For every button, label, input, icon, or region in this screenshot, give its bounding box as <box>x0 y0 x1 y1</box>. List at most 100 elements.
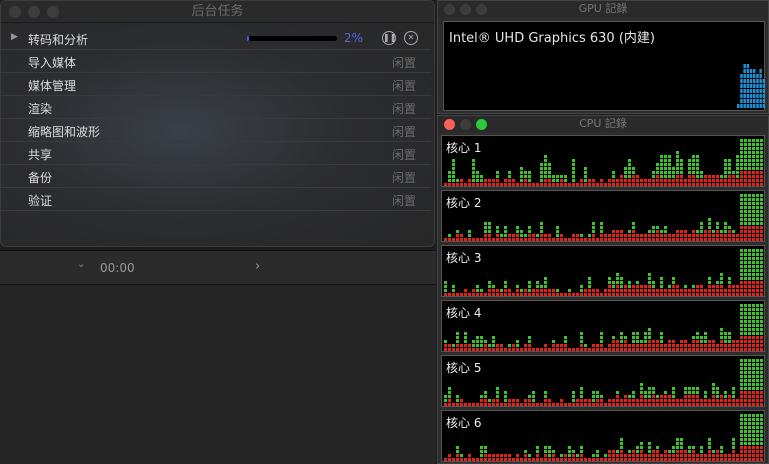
cpu-system-bar <box>700 399 703 402</box>
chevron-right-icon[interactable]: › <box>255 259 260 274</box>
task-row[interactable]: 验证 闲置 <box>1 188 431 211</box>
task-row[interactable]: 媒体管理 闲置 <box>1 73 431 96</box>
close-button[interactable] <box>444 4 455 15</box>
cpu-system-bar <box>720 234 723 237</box>
cpu-system-bar <box>524 399 527 402</box>
cpu-user-bar <box>464 332 467 335</box>
cpu-system-bar <box>636 289 639 292</box>
cpu-system-bar <box>760 175 763 178</box>
cpu-system-bar <box>496 238 499 241</box>
zoom-button[interactable] <box>476 4 487 15</box>
cpu-system-bar <box>488 234 491 237</box>
cpu-user-bar <box>748 222 751 225</box>
cpu-system-bar <box>524 348 527 351</box>
cpu-user-bar <box>752 210 755 213</box>
cpu-user-bar <box>748 202 751 205</box>
cpu-user-bar <box>748 434 751 437</box>
cpu-user-bar <box>484 395 487 398</box>
cpu-user-bar <box>524 175 527 178</box>
disclosure-triangle-icon[interactable]: ▶ <box>11 32 18 42</box>
cpu-user-bar <box>692 387 695 390</box>
cpu-user-bar <box>528 281 531 284</box>
cpu-system-bar <box>692 234 695 237</box>
x-circle-icon[interactable]: ✕ <box>404 31 418 45</box>
cpu-system-bar <box>712 179 715 182</box>
cpu-user-bar <box>748 371 751 374</box>
chevron-down-icon[interactable]: ⌄ <box>77 259 85 270</box>
cpu-user-bar <box>564 179 567 182</box>
cpu-user-bar <box>620 285 623 288</box>
cpu-system-bar <box>448 454 451 457</box>
minimize-button[interactable] <box>460 119 471 130</box>
cpu-system-bar <box>592 289 595 292</box>
cpu-system-bar <box>640 348 643 351</box>
cpu-user-bar <box>720 450 723 453</box>
gpu-usage-bar <box>753 84 756 88</box>
cpu-user-bar <box>600 395 603 398</box>
gpu-usage-bar <box>743 79 746 83</box>
cpu-user-bar <box>488 344 491 347</box>
cpu-system-bar <box>708 458 711 461</box>
cpu-user-bar <box>752 206 755 209</box>
cpu-user-bar <box>748 210 751 213</box>
cpu-user-bar <box>724 395 727 398</box>
window-title-bar[interactable]: GPU 記錄 <box>438 1 768 17</box>
cpu-user-bar <box>760 257 763 260</box>
cpu-system-bar <box>628 458 631 461</box>
minimize-button[interactable] <box>460 4 471 15</box>
cpu-system-bar <box>676 285 679 288</box>
cpu-user-bar <box>756 422 759 425</box>
cpu-user-bar <box>744 438 747 441</box>
cpu-system-bar <box>668 293 671 296</box>
cpu-user-bar <box>532 399 535 402</box>
cpu-system-bar <box>484 348 487 351</box>
cpu-user-bar <box>740 328 743 331</box>
gpu-usage-bar <box>753 69 756 73</box>
window-title-bar[interactable]: 后台任务 <box>1 1 434 23</box>
cpu-user-bar <box>660 332 663 335</box>
cpu-user-bar <box>660 281 663 284</box>
cpu-system-bar <box>480 348 483 351</box>
task-row[interactable]: 缩略图和波形 闲置 <box>1 119 431 142</box>
cpu-user-bar <box>756 379 759 382</box>
task-row[interactable]: 渲染 闲置 <box>1 96 431 119</box>
cpu-system-bar <box>500 344 503 347</box>
cpu-system-bar <box>748 175 751 178</box>
cpu-system-bar <box>756 348 759 351</box>
cpu-user-bar <box>708 277 711 280</box>
cpu-system-bar <box>596 399 599 402</box>
cpu-system-bar <box>516 234 519 237</box>
gpu-usage-bar <box>759 74 762 78</box>
close-button[interactable] <box>9 6 21 18</box>
task-row-transcode[interactable]: ▶ 转码和分析 2% ❚❚ ✕ <box>1 27 431 50</box>
cpu-system-bar <box>644 238 647 241</box>
cpu-system-bar <box>672 234 675 237</box>
cpu-user-bar <box>760 434 763 437</box>
cpu-user-bar <box>648 336 651 339</box>
cpu-system-bar <box>688 458 691 461</box>
pause-circle-icon[interactable]: ❚❚ <box>382 31 396 45</box>
cpu-user-bar <box>584 167 587 170</box>
task-row[interactable]: 备份 闲置 <box>1 165 431 188</box>
close-button[interactable] <box>444 119 455 130</box>
cpu-user-bar <box>756 159 759 162</box>
cpu-system-bar <box>592 293 595 296</box>
cpu-system-bar <box>456 348 459 351</box>
cpu-user-bar <box>752 442 755 445</box>
cpu-system-bar <box>720 348 723 351</box>
timecode: 00:00 <box>100 261 135 275</box>
cpu-system-bar <box>680 403 683 406</box>
window-title-bar[interactable]: CPU 記錄 <box>438 116 768 132</box>
cpu-system-bar <box>756 336 759 339</box>
zoom-button[interactable] <box>476 119 487 130</box>
cpu-system-bar <box>640 399 643 402</box>
cpu-user-bar <box>560 175 563 178</box>
task-row[interactable]: 导入媒体 闲置 <box>1 50 431 73</box>
task-row[interactable]: 共享 闲置 <box>1 142 431 165</box>
cpu-user-bar <box>744 383 747 386</box>
cpu-user-bar <box>744 273 747 276</box>
zoom-button[interactable] <box>47 6 59 18</box>
cpu-system-bar <box>620 450 623 453</box>
minimize-button[interactable] <box>28 6 40 18</box>
cpu-user-bar <box>556 175 559 178</box>
